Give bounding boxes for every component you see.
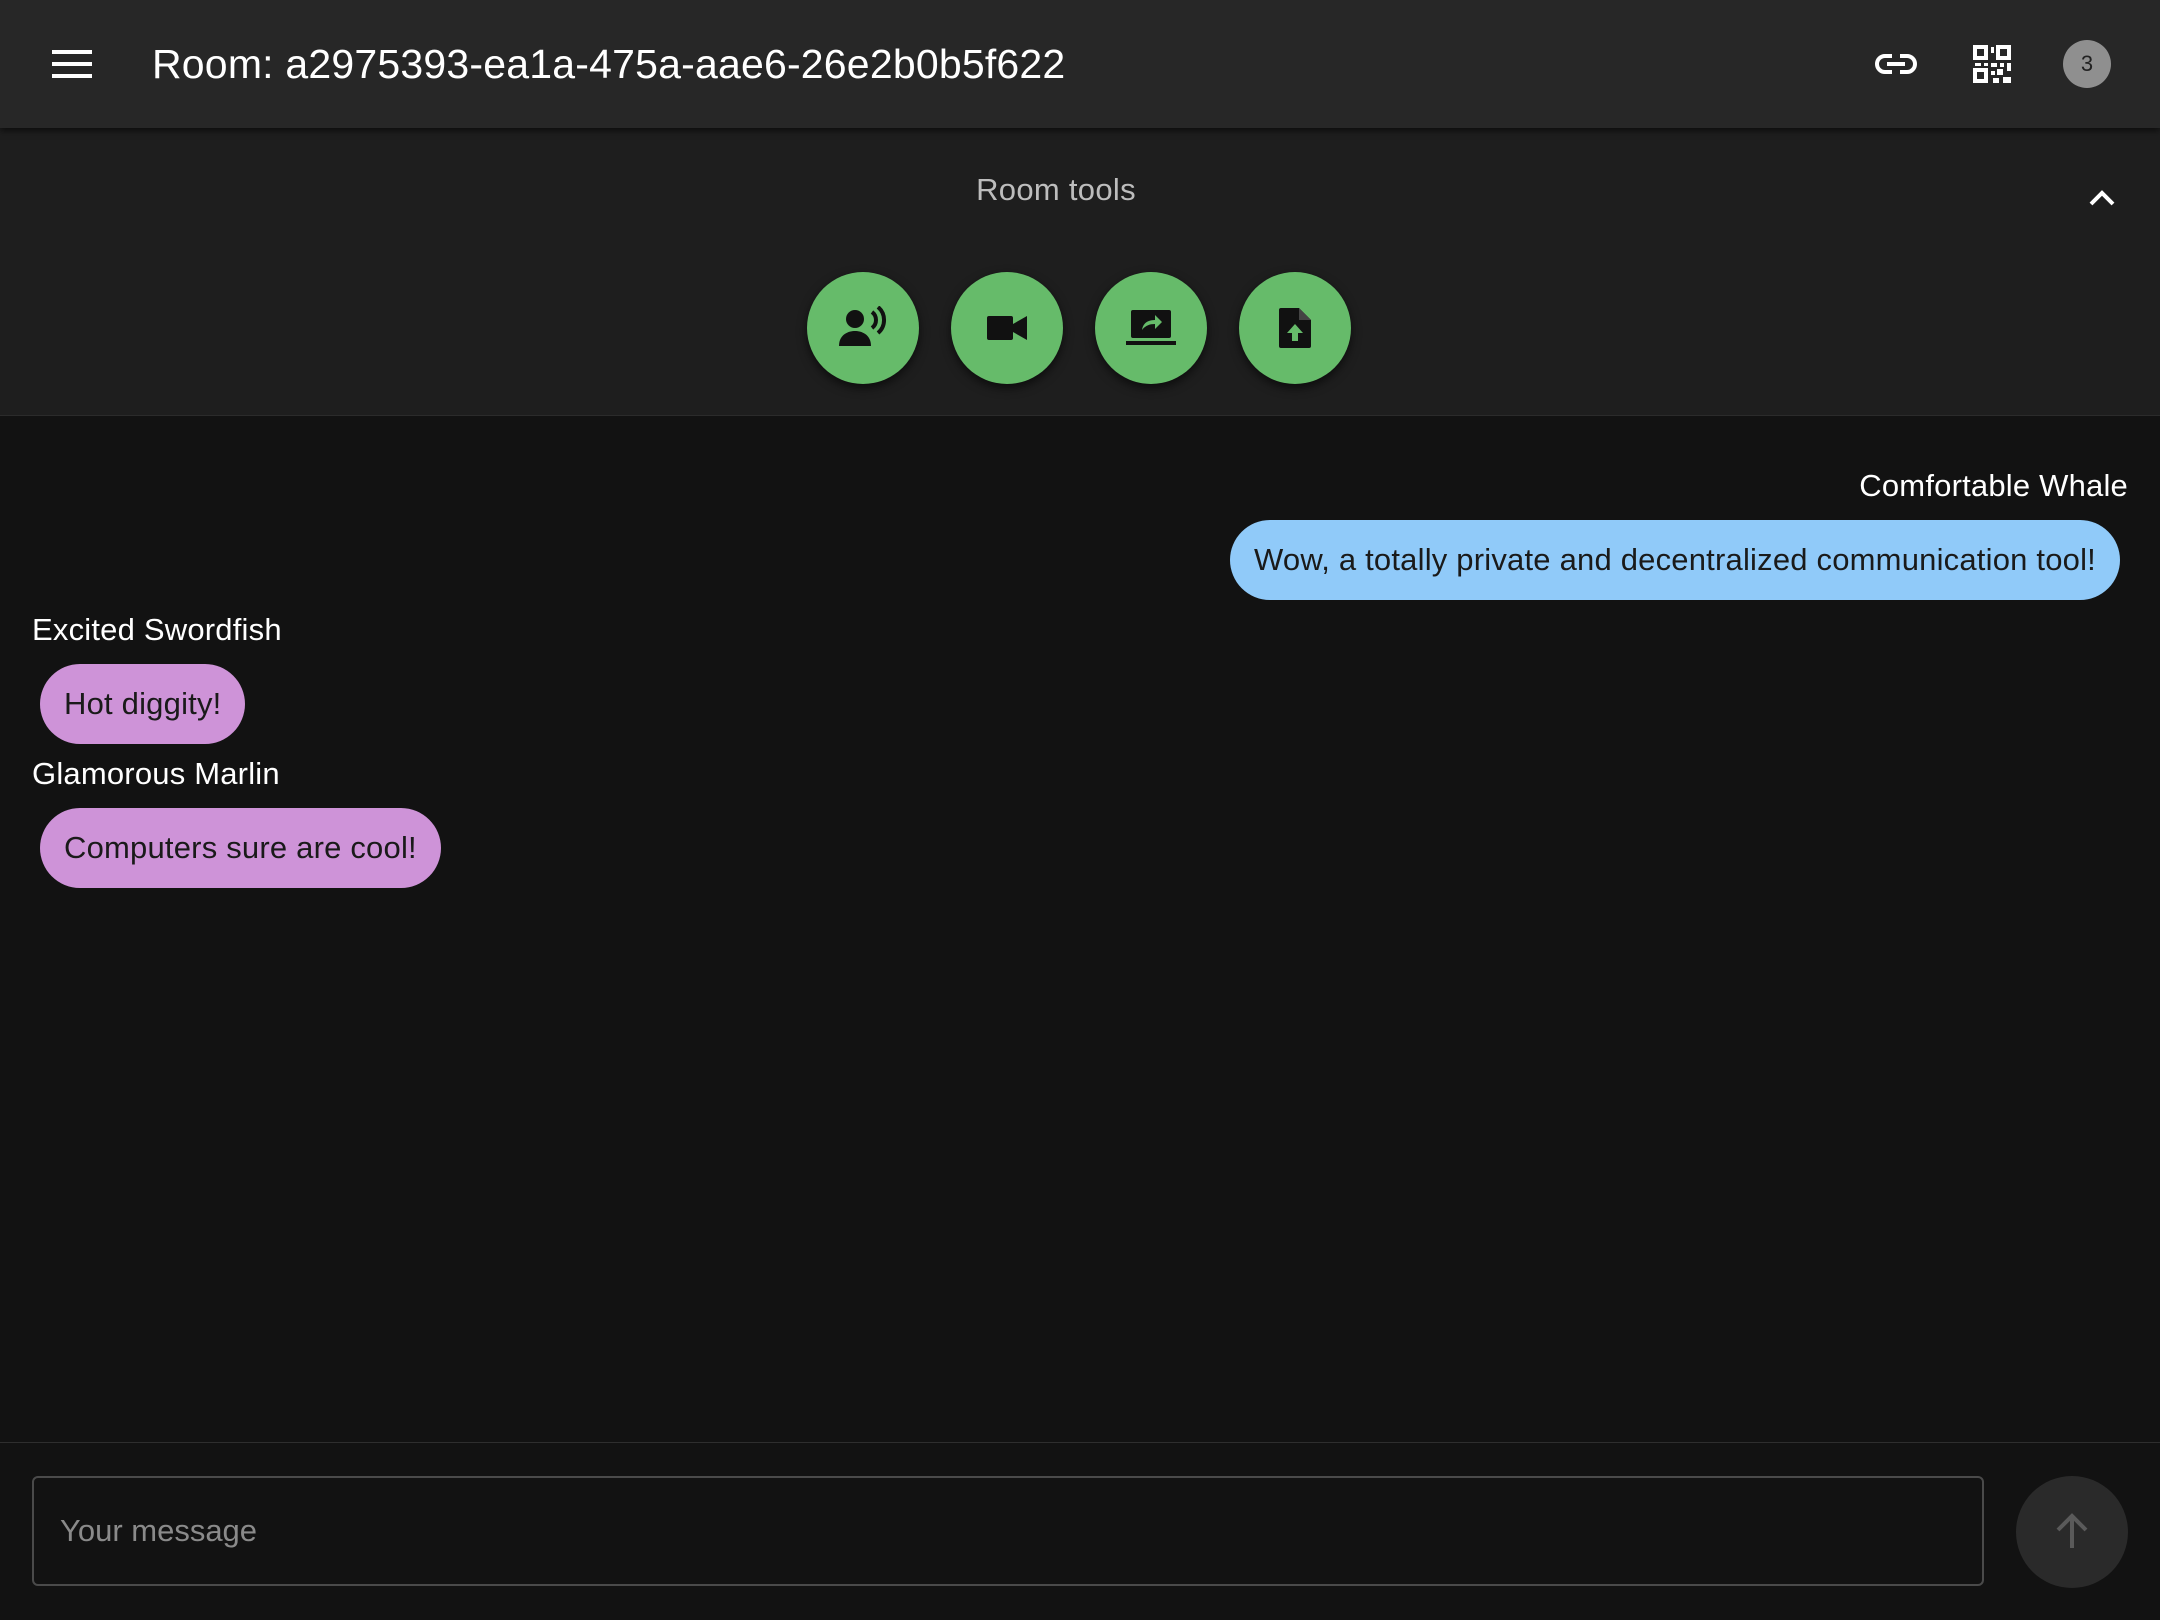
menu-icon bbox=[52, 50, 92, 78]
collapse-room-tools-button[interactable] bbox=[2078, 174, 2126, 222]
message-bubble: Hot diggity! bbox=[40, 664, 246, 744]
room-tools-buttons bbox=[807, 272, 1351, 384]
screen-share-icon bbox=[1126, 310, 1176, 345]
voice-call-button[interactable] bbox=[807, 272, 919, 384]
message-input[interactable] bbox=[32, 1476, 1984, 1586]
file-upload-icon bbox=[1279, 308, 1311, 348]
message-author: Excited Swordfish bbox=[32, 612, 282, 647]
peer-count-badge[interactable]: 3 bbox=[2063, 40, 2111, 88]
message-composer bbox=[0, 1442, 2160, 1620]
message-author: Glamorous Marlin bbox=[32, 756, 280, 791]
message-peer: Glamorous Marlin Computers sure are cool… bbox=[0, 750, 2160, 894]
screen-share-button[interactable] bbox=[1095, 272, 1207, 384]
chevron-up-icon bbox=[2089, 190, 2115, 206]
room-tools-title: Room tools bbox=[976, 172, 1136, 207]
file-upload-button[interactable] bbox=[1239, 272, 1351, 384]
link-icon bbox=[1875, 54, 1917, 74]
qr-code-button[interactable] bbox=[1960, 32, 2024, 96]
voice-call-icon bbox=[839, 306, 886, 346]
message-own: Comfortable Whale Wow, a totally private… bbox=[0, 416, 2160, 606]
message-bubble: Wow, a totally private and decentralized… bbox=[1230, 520, 2120, 600]
video-call-button[interactable] bbox=[951, 272, 1063, 384]
room-title: Room: a2975393-ea1a-475a-aae6-26e2b0b5f6… bbox=[152, 41, 1066, 87]
send-button[interactable] bbox=[2016, 1476, 2128, 1588]
menu-button[interactable] bbox=[38, 37, 106, 91]
qr-code-icon bbox=[1973, 45, 2011, 83]
message-author: Comfortable Whale bbox=[1859, 468, 2128, 503]
message-bubble: Computers sure are cool! bbox=[40, 808, 441, 888]
message-list[interactable]: Comfortable Whale Wow, a totally private… bbox=[0, 416, 2160, 1442]
copy-link-button[interactable] bbox=[1864, 32, 1928, 96]
video-call-icon bbox=[987, 316, 1027, 340]
room-tools-panel: Room tools bbox=[0, 128, 2160, 416]
message-peer: Excited Swordfish Hot diggity! bbox=[0, 606, 2160, 750]
arrow-up-icon bbox=[2056, 1513, 2088, 1548]
app-bar: Room: a2975393-ea1a-475a-aae6-26e2b0b5f6… bbox=[0, 0, 2160, 128]
